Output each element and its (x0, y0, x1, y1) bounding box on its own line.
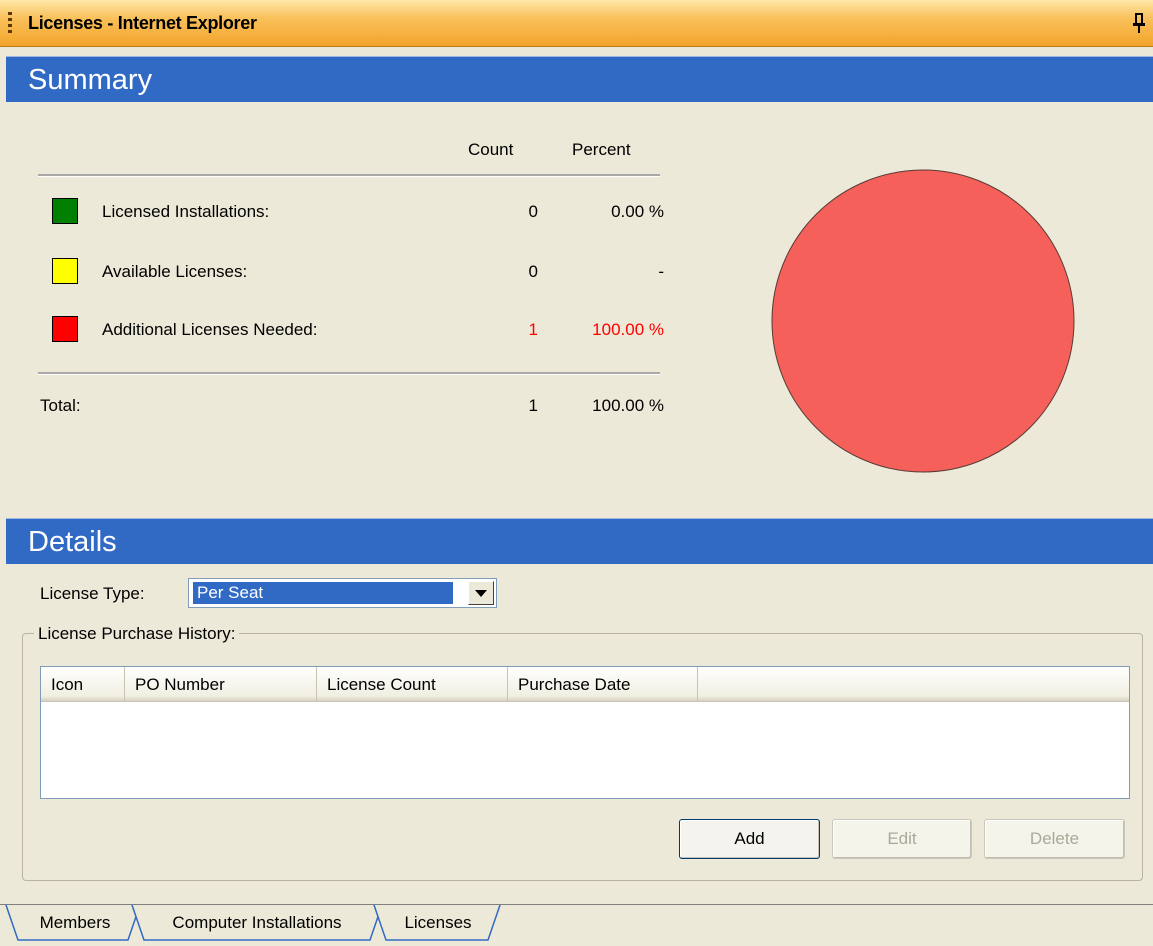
tab-computer-installations[interactable]: Computer Installations (146, 906, 368, 940)
tab-licenses[interactable]: Licenses (388, 906, 488, 940)
grip-icon[interactable] (8, 12, 12, 36)
delete-button[interactable]: Delete (984, 819, 1125, 859)
count-column-header: Count (468, 140, 514, 159)
column-header-icon[interactable]: Icon (41, 667, 125, 701)
license-type-select[interactable]: Per Seat (188, 578, 497, 608)
window-title: Licenses - Internet Explorer (28, 13, 257, 33)
licensed-installations-percent: 0.00 % (611, 202, 664, 221)
pin-icon[interactable] (1133, 13, 1147, 33)
column-header-po-number[interactable]: PO Number (125, 667, 317, 701)
licensed-installations-label: Licensed Installations: (102, 202, 270, 221)
add-button[interactable]: Add (679, 819, 820, 859)
additional-licenses-label: Additional Licenses Needed: (102, 320, 318, 339)
tab-members[interactable]: Members (22, 906, 128, 940)
available-licenses-percent: - (658, 262, 664, 281)
summary-header: Summary (6, 56, 1153, 102)
chevron-down-icon (475, 589, 487, 597)
license-type-label: License Type: (40, 584, 145, 603)
summary-divider-top (38, 174, 660, 177)
pie-slice-additional-licenses-needed (771, 169, 1075, 473)
total-label: Total: (40, 396, 81, 415)
additional-licenses-swatch (52, 316, 78, 342)
additional-licenses-percent: 100.00 % (592, 320, 664, 339)
license-pie-chart (771, 169, 1075, 473)
additional-licenses-count: 1 (528, 320, 538, 339)
license-type-value: Per Seat (193, 582, 453, 604)
percent-column-header: Percent (572, 140, 631, 159)
total-percent: 100.00 % (592, 396, 664, 415)
details-header: Details (6, 518, 1153, 564)
dropdown-button[interactable] (468, 581, 494, 605)
column-header-license-count[interactable]: License Count (317, 667, 508, 701)
available-licenses-label: Available Licenses: (102, 262, 248, 281)
total-count: 1 (528, 396, 538, 415)
edit-button[interactable]: Edit (832, 819, 972, 859)
purchase-history-list[interactable]: Icon PO Number License Count Purchase Da… (40, 666, 1130, 799)
licensed-installations-count: 0 (528, 202, 538, 221)
list-header: Icon PO Number License Count Purchase Da… (41, 667, 1129, 702)
available-licenses-swatch (52, 258, 78, 284)
purchase-history-label: License Purchase History: (34, 624, 240, 644)
column-header-purchase-date[interactable]: Purchase Date (508, 667, 698, 701)
licensed-installations-swatch (52, 198, 78, 224)
available-licenses-count: 0 (528, 262, 538, 281)
summary-divider-bottom (38, 372, 660, 375)
